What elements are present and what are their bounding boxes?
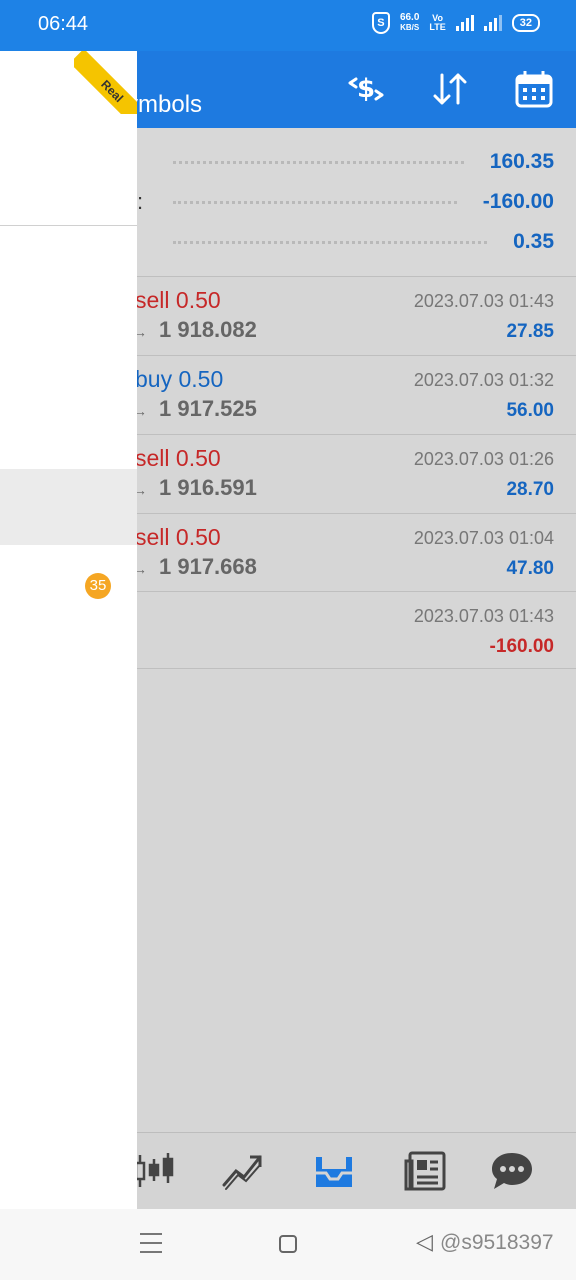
signal-2-icon [483, 15, 502, 31]
deal-price-value: 1 917.668 [159, 554, 257, 579]
navigation-drawer: Real 35 [0, 51, 137, 1209]
chat-icon[interactable] [490, 1151, 534, 1191]
calendar-icon[interactable] [514, 69, 554, 109]
sort-icon[interactable] [430, 69, 470, 109]
network-speed-value: 66.0 [399, 12, 420, 23]
deal-volume: 0.50 [178, 366, 224, 392]
deal-time: 2023.07.03 01:32 [413, 370, 554, 390]
deal-time: 2023.07.03 01:04 [413, 528, 554, 548]
toolbar-subtitle[interactable]: ymbols [126, 91, 202, 119]
deal-price: → 1 918.082 [133, 317, 257, 343]
deal-price-value: 1 918.082 [159, 317, 257, 342]
deal-direction: sell [135, 524, 170, 550]
battery-icon: 32 [511, 14, 540, 32]
summary-row-balance: 0.35 [137, 222, 554, 262]
home-button[interactable] [279, 1235, 297, 1253]
news-icon[interactable] [404, 1151, 448, 1191]
chart-trend-icon[interactable] [220, 1151, 264, 1191]
dotted-leader [173, 200, 457, 204]
network-speed-unit: KB/S [400, 23, 420, 32]
deal-volume: 0.50 [175, 287, 221, 313]
deal-profit: -160.00 [489, 636, 554, 657]
deal-profit: 47.80 [506, 558, 554, 579]
signal-icon [455, 15, 474, 31]
deal-type: buy 0.50 [135, 366, 223, 393]
shield-icon: S [371, 12, 390, 34]
deal-time: 2023.07.03 01:43 [413, 291, 554, 311]
status-icons: S 66.0 KB/S Vo LTE 32 [371, 12, 540, 34]
deal-direction: sell [135, 445, 170, 471]
deal-price: → 1 916.591 [133, 475, 257, 501]
summary-label: : [137, 189, 144, 214]
deal-profit: 27.85 [506, 321, 554, 342]
deal-type: sell 0.50 [135, 524, 221, 551]
deal-price-value: 1 916.591 [159, 475, 257, 500]
ribbon-label: Real [74, 51, 137, 114]
account-type-ribbon: Real [74, 51, 137, 114]
deal-volume: 0.50 [175, 524, 221, 550]
status-time: 06:44 [38, 13, 89, 35]
svg-text:$: $ [357, 74, 375, 104]
deal-type: sell 0.50 [135, 287, 221, 314]
summary-value: -160.00 [482, 190, 554, 213]
back-button[interactable]: ◁ [416, 1229, 433, 1255]
deal-profit: 56.00 [506, 400, 554, 421]
deal-price-value: 1 917.525 [159, 396, 257, 421]
summary-row-deposit: : -160.00 [137, 182, 554, 222]
deal-volume: 0.50 [175, 445, 221, 471]
deal-time: 2023.07.03 01:26 [413, 449, 554, 469]
deal-direction: sell [135, 287, 170, 313]
recent-apps-button[interactable] [140, 1233, 162, 1253]
status-bar: 06:44 S 66.0 KB/S Vo LTE 32 [0, 0, 576, 51]
volte-icon: Vo LTE [429, 14, 445, 32]
deposit-withdraw-icon[interactable]: $ [346, 69, 386, 109]
lte-label: LTE [429, 22, 446, 32]
summary-value: 0.35 [513, 230, 554, 253]
summary-row-profit: 160.35 [137, 142, 554, 182]
notification-badge: 35 [85, 573, 111, 599]
summary-value: 160.35 [489, 150, 554, 173]
drawer-item-selected[interactable] [0, 469, 137, 545]
dotted-leader [173, 160, 464, 164]
drawer-divider [0, 225, 137, 226]
system-navigation-bar: ◁ @s9518397 [0, 1209, 576, 1280]
deal-profit: 28.70 [506, 479, 554, 500]
deal-price: → 1 917.668 [133, 554, 257, 580]
deal-price: → 1 917.525 [133, 396, 257, 422]
network-speed: 66.0 KB/S [400, 13, 419, 33]
deal-time: 2023.07.03 01:43 [413, 606, 554, 626]
watermark: @s9518397 [440, 1231, 554, 1254]
dotted-leader [173, 240, 488, 244]
deal-direction: buy [135, 366, 173, 392]
trade-history-icon[interactable] [312, 1151, 356, 1191]
quotes-candles-icon[interactable] [132, 1151, 176, 1191]
deal-type: sell 0.50 [135, 445, 221, 472]
